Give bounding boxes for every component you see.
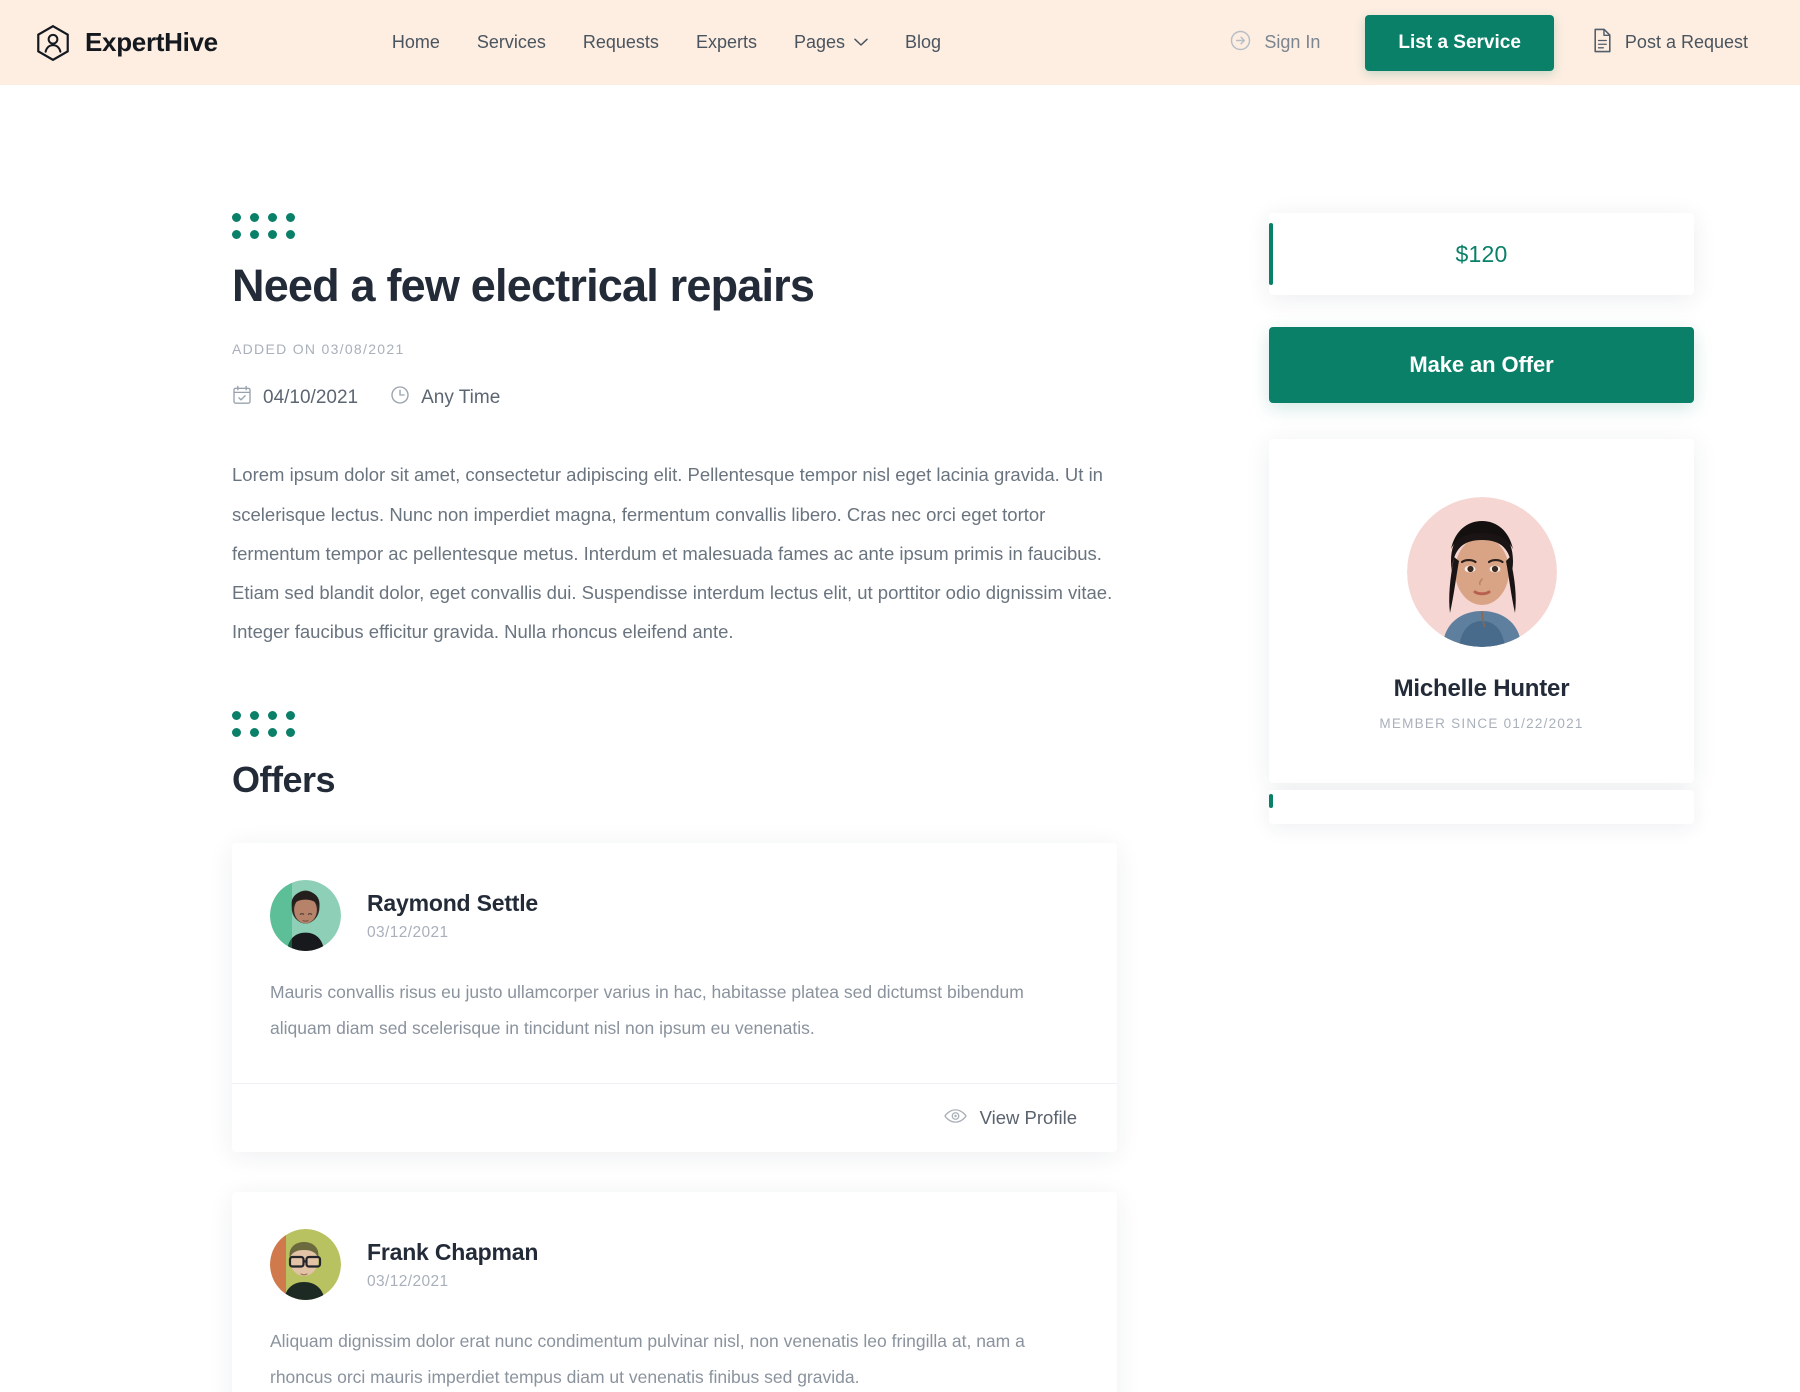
offer-card: Frank Chapman 03/12/2021 Aliquam digniss… [232, 1192, 1117, 1392]
nav-link-pages[interactable]: Pages [794, 32, 868, 53]
view-profile-link[interactable]: View Profile [943, 1107, 1077, 1129]
offer-person-info: Frank Chapman 03/12/2021 [367, 1239, 538, 1291]
brand-logo-link[interactable]: ExpertHive [34, 24, 218, 62]
offer-card: Raymond Settle 03/12/2021 Mauris convall… [232, 843, 1117, 1153]
price-value: $120 [1455, 240, 1508, 267]
offer-footer: View Profile [232, 1083, 1117, 1152]
avatar [270, 1229, 341, 1301]
owner-member-since: MEMBER SINCE 01/22/2021 [1379, 716, 1584, 731]
calendar-check-icon [232, 385, 252, 411]
offer-date: 03/12/2021 [367, 923, 449, 941]
list-a-service-button[interactable]: List a Service [1365, 14, 1554, 71]
request-date: 04/10/2021 [232, 385, 358, 411]
offer-person-name: Raymond Settle [367, 889, 539, 916]
page-body: Need a few electrical repairs ADDED ON 0… [0, 85, 1800, 1392]
offer-text: Mauris convallis risus eu justo ullamcor… [270, 982, 1024, 1039]
clock-icon [390, 385, 410, 411]
nav-link-pages-label: Pages [793, 32, 846, 52]
request-detail-column: Need a few electrical repairs ADDED ON 0… [232, 85, 1117, 1392]
nav-link-services[interactable]: Services [477, 32, 546, 53]
offers-section: Offers Raymond Settle 03/12/2021 Mauris … [232, 711, 1117, 1392]
request-sidebar: $120 Make an Offer Michelle Hunter MEMBE… [1269, 85, 1694, 1392]
nav-link-experts[interactable]: Experts [696, 32, 757, 53]
post-a-request-link[interactable]: Post a Request [1592, 28, 1748, 58]
offer-header: Frank Chapman 03/12/2021 [232, 1192, 1117, 1301]
page-title: Need a few electrical repairs [232, 260, 815, 311]
offer-date: 03/12/2021 [367, 1272, 449, 1290]
make-an-offer-button[interactable]: Make an Offer [1269, 327, 1694, 403]
decorative-dots-offers [232, 711, 1117, 738]
request-date-value: 04/10/2021 [263, 387, 359, 409]
request-time-value: Any Time [421, 387, 501, 409]
eye-icon [943, 1107, 967, 1129]
offer-person-name: Frank Chapman [367, 1238, 539, 1265]
added-on-label: ADDED ON 03/08/2021 [232, 341, 405, 358]
nav-link-blog[interactable]: Blog [905, 32, 941, 53]
avatar [270, 880, 341, 952]
offer-header: Raymond Settle 03/12/2021 [232, 843, 1117, 952]
request-time: Any Time [390, 385, 500, 411]
offer-text: Aliquam dignissim dolor erat nunc condim… [270, 1331, 1025, 1388]
owner-name: Michelle Hunter [1393, 675, 1570, 702]
site-header: ExpertHive Home Services Requests Expert… [0, 0, 1800, 85]
offers-heading: Offers [232, 759, 336, 801]
nav-link-home[interactable]: Home [392, 32, 440, 53]
chevron-down-icon [854, 38, 868, 47]
request-meta-row: 04/10/2021 Any Time [232, 385, 1117, 411]
post-a-request-label: Post a Request [1624, 32, 1748, 52]
sign-in-link[interactable]: Sign In [1229, 29, 1320, 57]
main-navigation: Home Services Requests Experts Pages Blo… [392, 32, 941, 53]
hexagon-user-logo-icon [34, 24, 72, 62]
document-icon [1592, 28, 1613, 58]
sign-in-arrow-icon [1229, 29, 1252, 57]
next-card-preview [1269, 790, 1694, 824]
price-card: $120 [1269, 213, 1694, 295]
owner-card: Michelle Hunter MEMBER SINCE 01/22/2021 [1269, 439, 1694, 783]
offer-person-info: Raymond Settle 03/12/2021 [367, 890, 538, 942]
header-actions: Sign In List a Service Post a Request [1199, 14, 1800, 71]
view-profile-label: View Profile [979, 1107, 1077, 1129]
nav-link-requests[interactable]: Requests [583, 32, 659, 53]
request-description: Lorem ipsum dolor sit amet, consectetur … [232, 464, 1113, 643]
owner-avatar [1406, 497, 1557, 647]
brand-name: ExpertHive [85, 27, 218, 57]
decorative-dots-title [232, 213, 1117, 239]
sign-in-label: Sign In [1264, 32, 1321, 52]
